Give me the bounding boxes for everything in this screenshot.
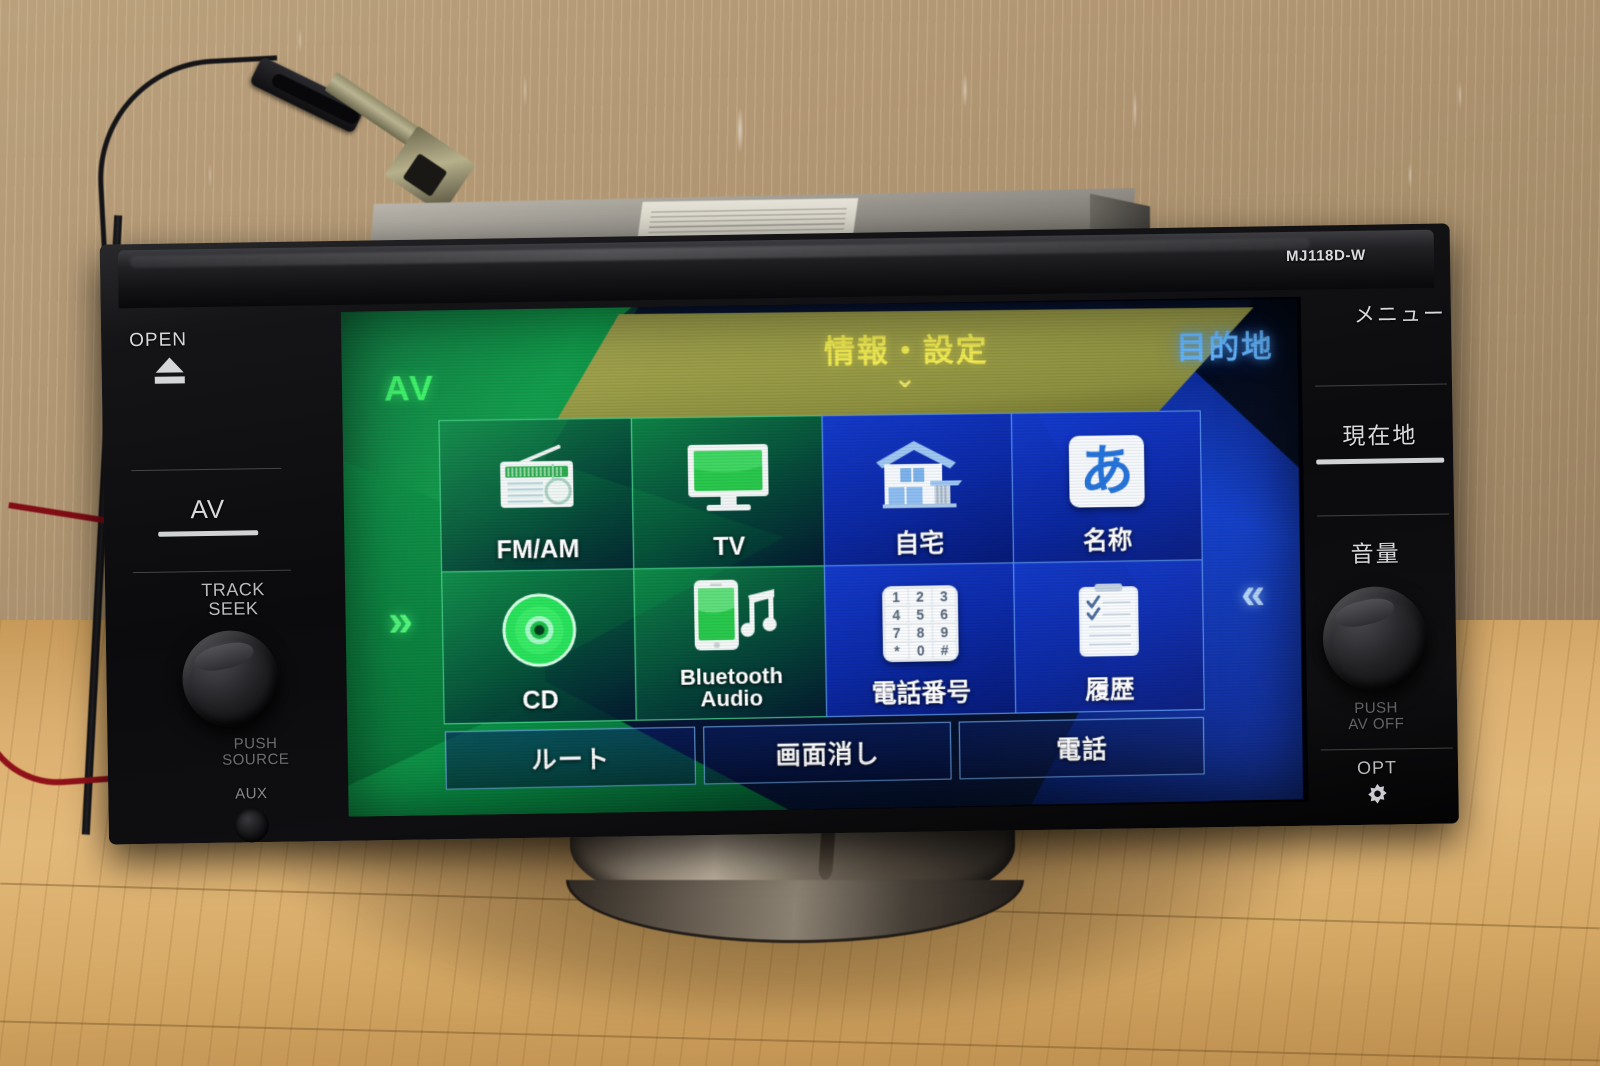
left-divider-2: [132, 569, 291, 574]
tile-label-bluetooth-audio: Audio: [700, 685, 764, 712]
tile-phone-number[interactable]: 1 2 3 4 5 6 7 8 9 * 0 # 電話番号: [824, 562, 1017, 717]
left-control-column: OPEN AV TRACK SEEK PUSH SOURCE AUX: [117, 307, 335, 843]
right-control-column: メニュー 現在地 音量 PUSH AV OFF OPT: [1305, 286, 1453, 818]
lcd-screen[interactable]: 情報・設定 ⌄ 目的地 AV » « FM/AM TV 自宅 あ 名称 CD B…: [340, 296, 1309, 817]
destination-button[interactable]: 目的地: [1176, 321, 1274, 367]
keypad-icon: 1 2 3 4 5 6 7 8 9 * 0 #: [825, 563, 1015, 683]
television-icon: [632, 416, 824, 536]
av-button-label: AV: [190, 493, 226, 525]
left-divider-1: [131, 467, 282, 472]
av-button-underline: [158, 530, 259, 537]
expand-right-arrow-icon[interactable]: »: [388, 596, 414, 646]
tile-label-phone-number: 電話番号: [871, 678, 972, 709]
opt-label: OPT: [1356, 757, 1398, 778]
aux-label: AUX: [235, 785, 268, 803]
tile-home[interactable]: 自宅: [821, 412, 1015, 568]
hiragana-a-character: あ: [1079, 439, 1135, 502]
tile-name-search[interactable]: あ 名称: [1011, 410, 1203, 565]
current-location-label: 現在地: [1342, 421, 1418, 450]
screen-content: 情報・設定 ⌄ 目的地 AV » « FM/AM TV 自宅 あ 名称 CD B…: [340, 298, 1304, 817]
tile-tv[interactable]: TV: [630, 415, 826, 571]
track-seek-knob[interactable]: [181, 629, 280, 728]
house-icon: [823, 414, 1014, 534]
tile-label-fm-am: FM/AM: [496, 535, 580, 565]
route-button[interactable]: ルート: [444, 726, 697, 790]
av-off-label: AV OFF: [1348, 714, 1405, 733]
photo-scene: MJ118D-W OPEN AV TRACK SEEK PUSH SOURCE …: [0, 0, 1600, 1066]
opt-button[interactable]: OPT: [1313, 757, 1442, 813]
volume-label: 音量: [1350, 540, 1401, 568]
current-location-underline: [1316, 457, 1445, 465]
eject-icon-bar: [154, 376, 185, 384]
compact-disc-icon: [442, 570, 636, 691]
keypad-key: 4: [885, 606, 908, 623]
tile-label-home: 自宅: [894, 529, 945, 559]
keypad-key: *: [885, 642, 909, 659]
tile-history[interactable]: 履歴: [1013, 559, 1205, 714]
phone-button[interactable]: 電話: [958, 716, 1205, 780]
keypad-key: 5: [909, 606, 932, 623]
keypad-key: 7: [885, 624, 908, 641]
open-eject-button[interactable]: OPEN: [129, 328, 260, 384]
phone-music-icon: [634, 566, 826, 667]
source-label: SOURCE: [222, 750, 290, 769]
push-source-label: PUSH SOURCE: [185, 735, 325, 769]
keypad-key: 1: [885, 588, 908, 606]
right-divider-3: [1320, 747, 1453, 751]
keypad-key: 0: [909, 642, 932, 659]
volume-label-group: 音量: [1311, 534, 1440, 570]
track-seek-label: TRACK SEEK: [173, 579, 294, 620]
keypad-key: 8: [909, 624, 932, 641]
main-tile-grid: FM/AM TV 自宅 あ 名称 CD Bluetooth Audio 1 2 …: [438, 410, 1205, 725]
tile-label-tv: TV: [713, 532, 746, 562]
volume-knob[interactable]: [1322, 585, 1428, 692]
right-divider-1: [1315, 383, 1448, 387]
tile-label-name-search: 名称: [1082, 526, 1133, 556]
right-divider-2: [1317, 513, 1450, 517]
aux-input[interactable]: AUX: [196, 785, 307, 843]
aux-jack-icon: [234, 807, 270, 843]
track-label: TRACK: [201, 579, 266, 601]
chevron-down-icon[interactable]: ⌄: [873, 363, 937, 393]
seek-label: SEEK: [208, 598, 259, 619]
hiragana-a-icon: あ: [1012, 412, 1201, 531]
tile-bluetooth-audio[interactable]: Bluetooth Audio: [633, 565, 828, 721]
gear-icon: [1362, 781, 1392, 811]
screen-off-button[interactable]: 画面消し: [703, 721, 952, 785]
head-unit: MJ118D-W OPEN AV TRACK SEEK PUSH SOURCE …: [99, 189, 1459, 845]
keypad-key: 9: [933, 623, 956, 641]
open-label: OPEN: [129, 329, 188, 352]
menu-button[interactable]: メニュー: [1306, 297, 1452, 329]
av-mode-label: AV: [383, 368, 436, 409]
red-power-wire-lower: [0, 685, 120, 791]
av-button[interactable]: AV: [158, 493, 259, 537]
eject-icon: [155, 357, 184, 373]
model-number-label: MJ118D-W: [1285, 246, 1366, 266]
keypad-key: #: [933, 641, 956, 659]
tile-label-history: 履歴: [1084, 675, 1135, 705]
keypad-key: 2: [908, 588, 932, 605]
clipboard-icon: [1014, 560, 1203, 680]
menu-button-label: メニュー: [1353, 302, 1447, 327]
current-location-button[interactable]: 現在地: [1316, 416, 1445, 465]
tile-fm-am[interactable]: FM/AM: [438, 417, 636, 574]
keypad-key: 6: [933, 605, 956, 623]
tile-label-cd: CD: [522, 686, 560, 716]
tile-cd[interactable]: CD: [441, 568, 638, 725]
push-av-off-label: PUSH AV OFF: [1312, 699, 1440, 734]
expand-left-arrow-icon[interactable]: «: [1241, 569, 1266, 618]
keypad-key: 3: [932, 587, 955, 605]
radio-icon: [440, 419, 634, 540]
